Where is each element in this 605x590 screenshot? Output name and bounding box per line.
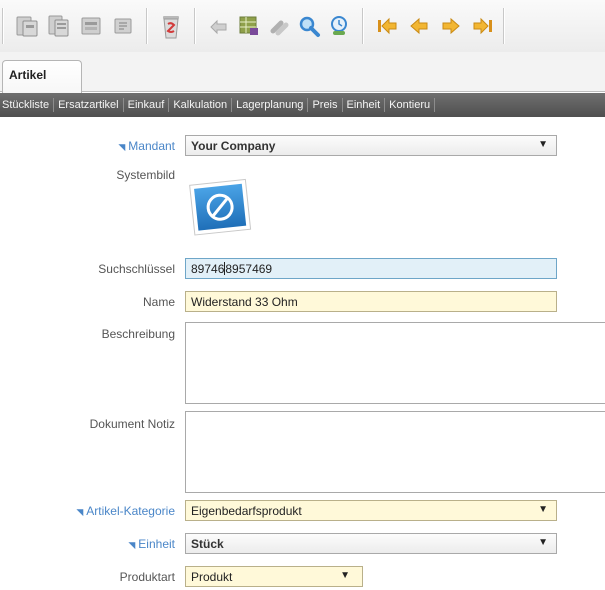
artikel-kategorie-select[interactable]: Eigenbedarfsprodukt ▼ [185, 500, 557, 521]
grid-toggle-icon [239, 16, 258, 35]
suchschluessel-input[interactable]: 897468957469 [185, 258, 557, 279]
subnav-item-preis[interactable]: Preis [308, 98, 343, 112]
undo-icon [210, 19, 227, 35]
next-record-icon [442, 17, 460, 35]
system-image[interactable] [186, 172, 258, 240]
subnav-item-lagerplanung[interactable]: Lagerplanung [232, 98, 309, 112]
first-record-icon [378, 17, 397, 35]
chevron-down-icon: ▼ [538, 537, 548, 548]
required-marker-icon: ◥ [118, 142, 126, 152]
systembild-label: Systembild [116, 168, 175, 182]
link-button[interactable] [262, 9, 296, 43]
link-icon [270, 20, 289, 36]
einheit-select[interactable]: Stück ▼ [185, 533, 557, 554]
subnav-bar: Stückliste Ersatzartikel Einkauf Kalkula… [0, 93, 605, 117]
beschreibung-label: Beschreibung [101, 327, 175, 341]
dokument-notiz-label: Dokument Notiz [89, 417, 175, 431]
previous-record-icon [410, 17, 428, 35]
produktart-label: Produktart [119, 570, 175, 584]
chevron-down-icon: ▼ [538, 139, 548, 150]
previous-record-button[interactable] [402, 9, 436, 43]
chevron-down-icon: ▼ [538, 504, 548, 515]
subnav-item-stueckliste[interactable]: Stückliste [0, 98, 55, 112]
delete-button[interactable] [154, 9, 188, 43]
toolbar-separator [194, 8, 196, 44]
tab-strip: Artikel [0, 52, 605, 93]
name-input[interactable]: Widerstand 33 Ohm [185, 291, 557, 312]
no-image-icon [189, 178, 252, 236]
toolbar-separator [2, 8, 4, 44]
mandant-label: ◥ Mandant [118, 139, 175, 153]
delete-icon [163, 16, 179, 39]
attachment-button[interactable] [106, 9, 140, 43]
history-button[interactable] [322, 9, 356, 43]
subnav-item-einkauf[interactable]: Einkauf [124, 98, 170, 112]
chevron-down-icon: ▼ [340, 570, 350, 581]
last-record-icon [473, 17, 492, 35]
subnav-item-kalkulation[interactable]: Kalkulation [169, 98, 233, 112]
history-icon [331, 16, 347, 35]
next-record-button[interactable] [434, 9, 468, 43]
last-record-button[interactable] [466, 9, 500, 43]
save-icon [16, 16, 38, 37]
artikel-kategorie-label: ◥ Artikel-Kategorie [76, 504, 175, 518]
toolbar-separator [146, 8, 148, 44]
toolbar [0, 0, 605, 52]
save-button[interactable] [10, 9, 44, 43]
toolbar-separator [503, 8, 505, 44]
first-record-button[interactable] [370, 9, 404, 43]
produktart-select[interactable]: Produkt ▼ [185, 566, 363, 587]
save-copy-icon [48, 15, 69, 37]
beschreibung-textarea[interactable] [185, 322, 605, 404]
print-icon [81, 17, 101, 35]
required-marker-icon: ◥ [128, 540, 136, 550]
attachment-icon [114, 18, 132, 34]
mandant-select[interactable]: Your Company ▼ [185, 135, 557, 156]
search-icon [299, 16, 320, 37]
required-marker-icon: ◥ [76, 507, 84, 517]
tab-artikel[interactable]: Artikel [2, 60, 82, 93]
suchschluessel-label: Suchschlüssel [98, 262, 175, 276]
einheit-label: ◥ Einheit [128, 537, 175, 551]
name-label: Name [142, 295, 175, 309]
subnav-item-kontierung[interactable]: Kontieru [385, 98, 436, 112]
save-copy-button[interactable] [42, 9, 76, 43]
undo-button[interactable] [202, 9, 236, 43]
subnav-item-ersatzartikel[interactable]: Ersatzartikel [54, 98, 124, 112]
print-button[interactable] [74, 9, 108, 43]
subnav-item-einheit[interactable]: Einheit [343, 98, 386, 112]
dokument-notiz-textarea[interactable] [185, 411, 605, 493]
toolbar-separator [362, 8, 364, 44]
grid-toggle-button[interactable] [232, 9, 266, 43]
search-button[interactable] [292, 9, 326, 43]
